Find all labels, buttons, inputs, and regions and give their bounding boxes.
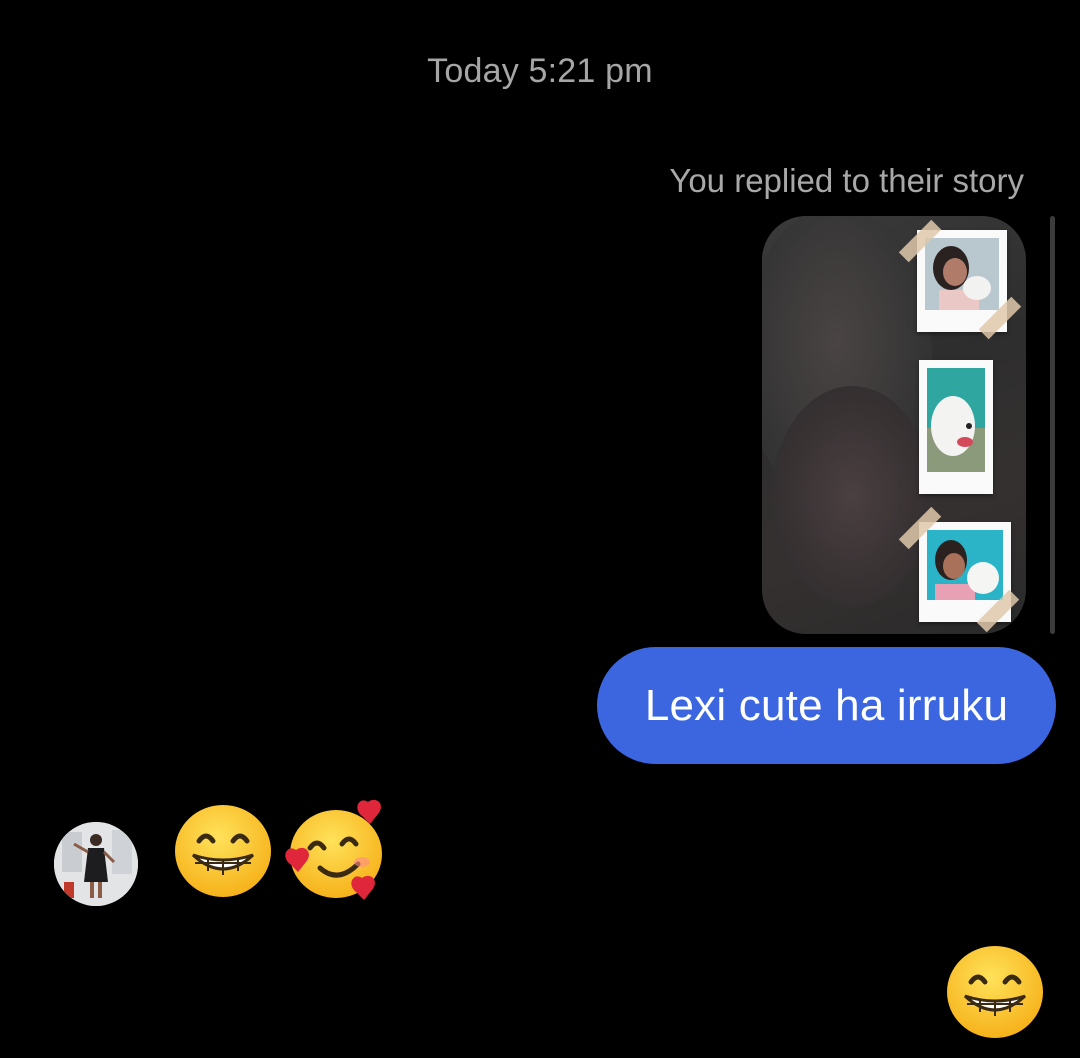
story-background-figure-lower xyxy=(772,386,932,606)
story-reply-caption: You replied to their story xyxy=(669,162,1024,199)
grinning-face-emoji xyxy=(173,803,273,899)
grinning-face-emoji xyxy=(945,944,1045,1040)
girl-with-dog-photo-icon xyxy=(927,530,1003,600)
story-polaroid-photo-2 xyxy=(919,360,993,494)
person-standing-photo-icon xyxy=(54,822,138,906)
scrollbar[interactable] xyxy=(1050,216,1055,634)
smiling-face-with-hearts-emoji xyxy=(282,798,390,902)
dog-photo-icon xyxy=(927,368,985,472)
sent-message-bubble[interactable]: Lexi cute ha irruku xyxy=(597,647,1056,764)
story-thumbnail[interactable] xyxy=(762,216,1026,634)
message-timestamp: Today 5:21 pm xyxy=(427,52,653,90)
girl-with-dog-photo-icon xyxy=(925,238,999,310)
contact-avatar[interactable] xyxy=(54,822,138,906)
